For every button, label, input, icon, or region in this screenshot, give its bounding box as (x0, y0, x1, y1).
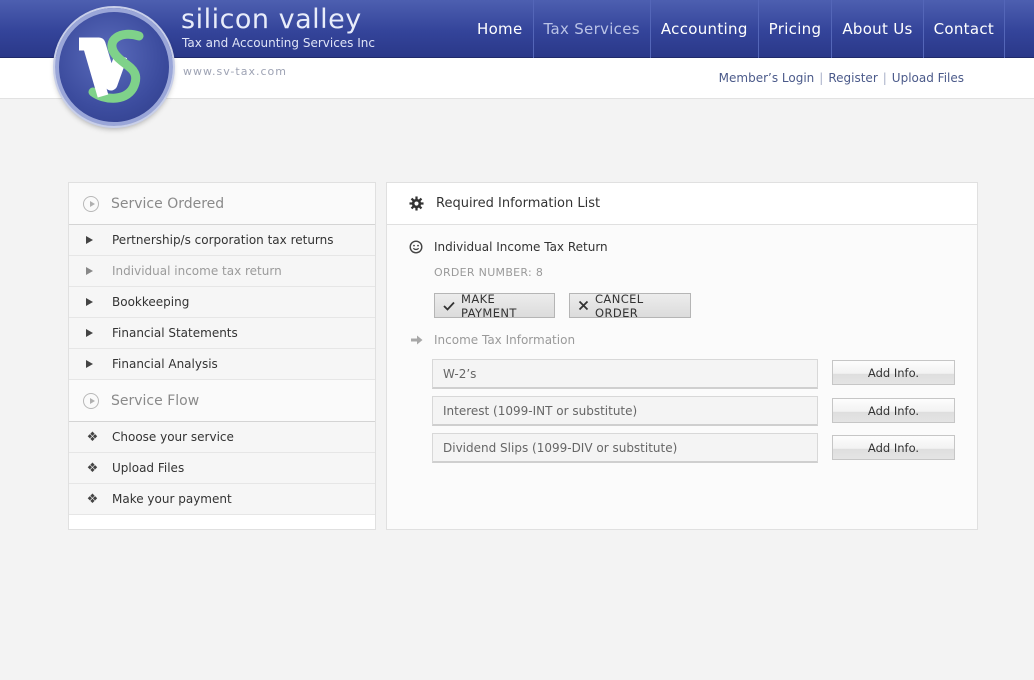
triangle-right-icon (86, 298, 93, 306)
link-separator: | (819, 71, 824, 85)
triangle-right-icon (86, 267, 93, 275)
sidebar-item-label: Pertnership/s corporation tax returns (112, 233, 334, 247)
flow-item-upload-files[interactable]: ❖ Upload Files (69, 453, 375, 484)
logo[interactable] (55, 8, 173, 126)
sidebar-item-financial-statements[interactable]: Financial Statements (69, 318, 375, 349)
flow-item-label: Upload Files (112, 461, 185, 475)
close-icon (578, 300, 589, 311)
income-tax-info-title: Income Tax Information (434, 333, 576, 347)
brand-url[interactable]: www.sv-tax.com (183, 65, 287, 78)
return-title: Individual Income Tax Return (409, 240, 608, 254)
service-flow-header: Service Flow (69, 380, 375, 422)
flow-item-choose-service[interactable]: ❖ Choose your service (69, 422, 375, 453)
info-row-interest: Interest (1099-INT or substitute) (432, 396, 818, 426)
check-icon (443, 301, 455, 311)
triangle-right-icon (86, 360, 93, 368)
add-info-button[interactable]: Add Info. (832, 435, 955, 460)
diamonds-icon: ❖ (86, 491, 99, 507)
nav-accounting[interactable]: Accounting (651, 0, 759, 58)
sidebar: Service Ordered Pertnership/s corporatio… (68, 182, 376, 530)
upload-files-link[interactable]: Upload Files (892, 71, 964, 85)
make-payment-label: MAKE PAYMENT (461, 291, 517, 320)
order-number: ORDER NUMBER: 8 (434, 266, 544, 279)
brand-name: silicon valley (181, 4, 362, 35)
info-row-w2: W-2’s (432, 359, 818, 389)
sidebar-item-bookkeeping[interactable]: Bookkeeping (69, 287, 375, 318)
sidebar-item-financial-analysis[interactable]: Financial Analysis (69, 349, 375, 380)
add-info-button[interactable]: Add Info. (832, 398, 955, 423)
nav-contact[interactable]: Contact (924, 0, 1006, 58)
nav-home[interactable]: Home (467, 0, 534, 58)
triangle-right-icon (86, 329, 93, 337)
flow-item-make-payment[interactable]: ❖ Make your payment (69, 484, 375, 515)
sidebar-item-label: Financial Statements (112, 326, 238, 340)
sidebar-item-label: Individual income tax return (112, 264, 282, 278)
nav-pricing[interactable]: Pricing (759, 0, 833, 58)
circle-play-icon (83, 392, 99, 409)
main-nav: Home Tax Services Accounting Pricing Abo… (467, 0, 1006, 58)
brand-tagline: Tax and Accounting Services Inc (182, 36, 375, 50)
info-row-dividend: Dividend Slips (1099-DIV or substitute) (432, 433, 818, 463)
diamonds-icon: ❖ (86, 460, 99, 476)
flow-item-label: Choose your service (112, 430, 234, 444)
nav-tax-services[interactable]: Tax Services (534, 0, 651, 58)
income-tax-info-header: Income Tax Information (411, 333, 575, 347)
logo-mark-icon (79, 29, 144, 103)
add-info-button[interactable]: Add Info. (832, 360, 955, 385)
gear-icon (409, 196, 424, 211)
diamonds-icon: ❖ (86, 429, 99, 445)
member-links: Member’s Login | Register | Upload Files (719, 71, 964, 85)
sidebar-item-individual[interactable]: Individual income tax return (69, 256, 375, 287)
smiley-icon (409, 240, 423, 254)
circle-play-icon (83, 195, 99, 212)
flow-item-label: Make your payment (112, 492, 232, 506)
sidebar-item-label: Financial Analysis (112, 357, 218, 371)
main-panel: Required Information List Individual Inc… (386, 182, 978, 530)
register-link[interactable]: Register (828, 71, 877, 85)
service-ordered-header: Service Ordered (69, 183, 375, 225)
service-flow-title: Service Flow (111, 392, 200, 409)
service-ordered-title: Service Ordered (111, 195, 225, 212)
nav-about-us[interactable]: About Us (832, 0, 924, 58)
sidebar-item-label: Bookkeeping (112, 295, 190, 309)
link-separator: | (882, 71, 887, 85)
members-login-link[interactable]: Member’s Login (719, 71, 815, 85)
return-title-label: Individual Income Tax Return (434, 240, 608, 254)
make-payment-button[interactable]: MAKE PAYMENT (434, 291, 555, 320)
triangle-right-icon (86, 236, 93, 244)
cancel-order-label: CANCEL ORDER (595, 291, 644, 320)
arrow-right-icon (411, 335, 423, 345)
cancel-order-button[interactable]: CANCEL ORDER (569, 291, 691, 320)
main-panel-header: Required Information List (387, 183, 977, 225)
main-panel-title: Required Information List (436, 196, 601, 211)
sidebar-item-partnership[interactable]: Pertnership/s corporation tax returns (69, 225, 375, 256)
